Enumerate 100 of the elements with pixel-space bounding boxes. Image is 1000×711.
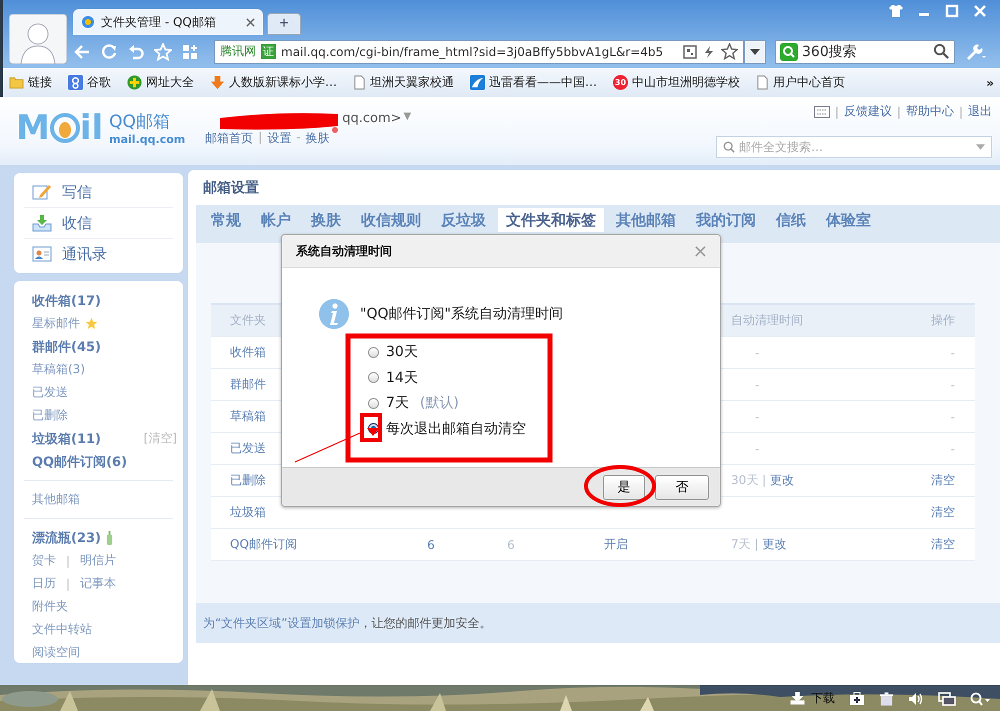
new-tab-button[interactable]: + bbox=[267, 13, 301, 35]
sidebar-link[interactable]: 贺卡 bbox=[32, 552, 56, 569]
no-button[interactable]: 否 bbox=[655, 474, 709, 500]
sidebar-link[interactable]: 明信片 bbox=[80, 552, 116, 569]
folder-link[interactable]: 文件中转站 bbox=[32, 621, 92, 638]
refresh-icon[interactable] bbox=[100, 42, 118, 60]
folder-link[interactable]: 收件箱(17) bbox=[32, 292, 101, 310]
address-field[interactable]: 腾讯网 证 mail.qq.com/cgi-bin/frame_html?sid=3j0aBffy5bbvA1gL&r=4b5 bbox=[214, 40, 744, 64]
sidebar-link[interactable]: 记事本 bbox=[80, 575, 116, 592]
bookmark-label: 谷歌 bbox=[87, 74, 111, 91]
yes-button[interactable]: 是 bbox=[603, 474, 645, 500]
back-icon[interactable] bbox=[73, 42, 91, 60]
bookmark-item[interactable]: 谷歌 bbox=[68, 74, 111, 91]
folder-link[interactable]: 漂流瓶(23) bbox=[32, 528, 101, 546]
folder-name-link[interactable]: 垃圾箱 bbox=[211, 504, 266, 521]
folder-link[interactable]: 群邮件(45) bbox=[32, 338, 101, 356]
table-cell: 6 bbox=[507, 538, 515, 552]
lightning-icon[interactable] bbox=[702, 44, 716, 58]
undo-icon[interactable] bbox=[127, 42, 145, 60]
shirt-icon[interactable] bbox=[888, 4, 904, 18]
dropdown-button[interactable] bbox=[744, 40, 766, 64]
bookmark-item[interactable]: 坦洲天翼家校通 bbox=[353, 74, 454, 91]
caret-icon[interactable] bbox=[976, 144, 985, 150]
settings-tab[interactable]: 换肤 bbox=[303, 208, 349, 232]
settings-tab[interactable]: 体验室 bbox=[818, 208, 879, 232]
download-icon[interactable] bbox=[790, 692, 805, 705]
account-caret[interactable]: ▼ bbox=[404, 111, 412, 126]
folder-link[interactable]: 阅读空间 bbox=[32, 644, 80, 661]
header-link[interactable]: 帮助中心 bbox=[906, 103, 954, 120]
header-link[interactable]: 退出 bbox=[968, 103, 992, 120]
bookmark-item[interactable]: 链接 bbox=[9, 74, 52, 91]
maximize-icon[interactable] bbox=[944, 4, 960, 18]
settings-tab[interactable]: 反垃圾 bbox=[433, 208, 494, 232]
star-icon[interactable] bbox=[721, 43, 738, 60]
bookmark-item[interactable]: 用户中心首页 bbox=[756, 74, 845, 91]
search-icon[interactable] bbox=[970, 692, 990, 706]
radio-option[interactable]: 7天 (默认) bbox=[368, 394, 459, 412]
folder-link[interactable]: 附件夹 bbox=[32, 598, 68, 615]
search-icon[interactable] bbox=[933, 43, 950, 60]
grid-icon[interactable] bbox=[181, 42, 199, 60]
folder-name-link[interactable]: 草稿箱 bbox=[211, 408, 266, 425]
folder-link[interactable]: 已删除 bbox=[32, 407, 68, 424]
page-title: 邮箱设置 bbox=[202, 178, 260, 198]
folder-link[interactable]: 其他邮箱 bbox=[32, 491, 80, 508]
settings-tab[interactable]: 我的订阅 bbox=[688, 208, 764, 232]
radio-button[interactable] bbox=[368, 346, 379, 358]
folder-link[interactable]: 已发送 bbox=[32, 384, 68, 401]
browser-tab[interactable]: 文件夹管理 - QQ邮箱 bbox=[73, 9, 263, 35]
folder-name-link[interactable]: 已发送 bbox=[211, 440, 266, 457]
close-icon[interactable] bbox=[246, 18, 255, 26]
radio-button[interactable] bbox=[368, 398, 379, 408]
change-link[interactable]: 更改 bbox=[762, 537, 786, 551]
radio-option[interactable]: 30天 bbox=[368, 343, 418, 361]
settings-tab[interactable]: 帐户 bbox=[253, 208, 299, 232]
status-link[interactable]: 开启 bbox=[604, 537, 628, 551]
folder-link[interactable]: 星标邮件 bbox=[32, 315, 80, 332]
bookmark-item[interactable]: 30 中山市坦洲明德学校 bbox=[613, 74, 740, 91]
change-link[interactable]: 更改 bbox=[770, 473, 794, 487]
keyboard-icon[interactable] bbox=[814, 106, 830, 118]
header-link[interactable]: 设置 bbox=[267, 130, 292, 147]
bookmark-item[interactable]: 网址大全 bbox=[127, 74, 194, 91]
settings-tab[interactable]: 收信规则 bbox=[353, 208, 429, 232]
folder-name-link[interactable]: 收件箱 bbox=[211, 344, 266, 361]
sidebar-action[interactable]: 通讯录 bbox=[24, 239, 173, 269]
speaker-icon[interactable] bbox=[908, 692, 924, 706]
folder-name-link[interactable]: 群邮件 bbox=[211, 376, 266, 393]
sidebar-link[interactable]: 日历 bbox=[32, 575, 56, 592]
close-button[interactable]: × bbox=[692, 240, 708, 262]
lock-protection-link[interactable]: 为“文件夹区域”设置加锁保护 bbox=[203, 616, 360, 630]
header-link[interactable]: 换肤 bbox=[306, 130, 330, 147]
certificate-badge[interactable]: 证 bbox=[261, 44, 276, 59]
radio-button[interactable] bbox=[368, 372, 379, 383]
folder-name-link[interactable]: 已删除 bbox=[211, 472, 266, 489]
windows-icon[interactable] bbox=[938, 692, 956, 706]
qr-code-icon[interactable] bbox=[683, 44, 697, 58]
folder-link[interactable]: QQ邮件订阅(6) bbox=[32, 452, 128, 470]
mail-search-field[interactable]: 邮件全文搜索… bbox=[716, 136, 992, 158]
settings-tab[interactable]: 文件夹和标签 bbox=[498, 208, 604, 232]
user-avatar-icon[interactable] bbox=[9, 14, 67, 64]
trash-icon[interactable] bbox=[879, 692, 894, 706]
pencil-note-icon bbox=[32, 183, 52, 201]
more-bookmarks-button[interactable]: » bbox=[986, 76, 994, 90]
header-link[interactable]: 邮箱首页 bbox=[205, 130, 254, 147]
clear-link[interactable]: 清空 bbox=[931, 473, 955, 487]
radio-option[interactable]: 14天 bbox=[368, 368, 418, 386]
sidebar-action[interactable]: 收信 bbox=[24, 208, 173, 239]
folder-link[interactable]: 垃圾箱(11) bbox=[32, 430, 101, 448]
settings-tab[interactable]: 常规 bbox=[203, 208, 249, 232]
toolbox-icon[interactable] bbox=[849, 692, 865, 706]
bottle-icon bbox=[106, 530, 113, 544]
settings-tab[interactable]: 信纸 bbox=[768, 208, 814, 232]
download-label[interactable]: 下载 bbox=[811, 690, 835, 707]
sidebar-action[interactable]: 写信 bbox=[24, 177, 173, 208]
folder-name-link[interactable]: QQ邮件订阅 bbox=[211, 536, 297, 553]
settings-tab[interactable]: 其他邮箱 bbox=[608, 208, 684, 232]
clear-link[interactable]: 清空 bbox=[931, 537, 955, 551]
header-link[interactable]: 反馈建议 bbox=[844, 103, 892, 120]
search-field[interactable]: 360搜索 bbox=[775, 40, 955, 64]
clear-link[interactable]: 清空 bbox=[931, 505, 955, 519]
folder-link[interactable]: 草稿箱(3) bbox=[32, 361, 85, 378]
